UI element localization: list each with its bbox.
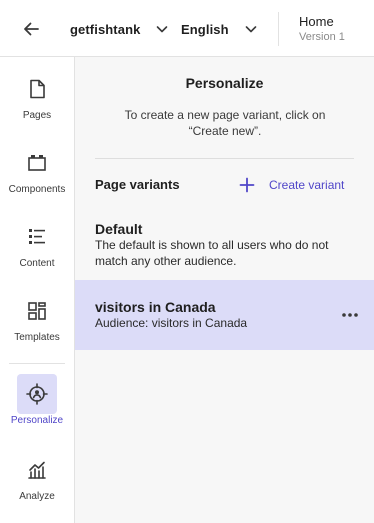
back-button[interactable] [18,16,44,42]
sidebar-item-pages[interactable]: Pages [0,69,74,121]
nav-divider [9,363,65,364]
language-selector-value: English [181,21,229,37]
sidebar-item-label: Personalize [10,415,64,426]
sidebar-item-label: Pages [22,110,52,121]
variant-more-button[interactable] [339,305,361,325]
sidebar-item-label: Analyze [19,491,55,502]
plus-icon [239,177,255,193]
header-divider [278,12,279,46]
top-bar: getfishtank English Home Version 1 [0,0,374,57]
create-variant-button[interactable]: Create variant [239,175,344,195]
more-horizontal-icon [342,313,358,317]
page-name: Home [299,14,334,29]
sidebar-item-content[interactable]: Content [0,217,74,269]
create-variant-label: Create variant [269,178,345,192]
variant-item-default[interactable]: Default The default is shown to all user… [75,215,374,275]
variant-name: visitors in Canada [95,299,216,315]
templates-icon [17,291,57,331]
panel-description: To create a new page variant, click on “… [124,108,326,138]
sidebar-item-label: Templates [14,332,60,343]
sidebar-item-templates[interactable]: Templates [0,291,74,343]
sidebar-item-analyze[interactable]: Analyze [0,450,74,502]
chevron-down-icon [243,21,259,37]
analyze-chart-icon [17,450,57,490]
side-nav: Pages Components Content Templates Perso… [0,57,75,523]
sidebar-item-components[interactable]: Components [0,143,74,195]
variant-item-visitors-in-canada[interactable]: visitors in Canada Audience: visitors in… [75,280,374,350]
variant-description: The default is shown to all users who do… [95,238,329,268]
chevron-down-icon [154,21,170,37]
arrow-left-icon [24,22,39,36]
site-selector[interactable]: getfishtank [70,16,170,42]
panel-title: Personalize [185,75,264,91]
components-icon [17,143,57,183]
panel-divider [95,158,354,159]
page-version: Version 1 [299,31,345,43]
sidebar-item-label: Components [8,184,66,195]
sidebar-item-personalize[interactable]: Personalize [0,374,74,426]
page-info[interactable]: Home Version 1 [299,14,369,44]
personalize-panel: Personalize To create a new page variant… [75,57,374,523]
sidebar-item-label: Content [19,258,55,269]
variant-name: Default [95,221,143,237]
site-selector-value: getfishtank [70,21,141,37]
variant-description: Audience: visitors in Canada [95,316,248,330]
page-icon [17,69,57,109]
personalize-target-icon [17,374,57,414]
page-variants-heading: Page variants [95,177,180,192]
content-list-icon [17,217,57,257]
language-selector[interactable]: English [181,16,259,42]
